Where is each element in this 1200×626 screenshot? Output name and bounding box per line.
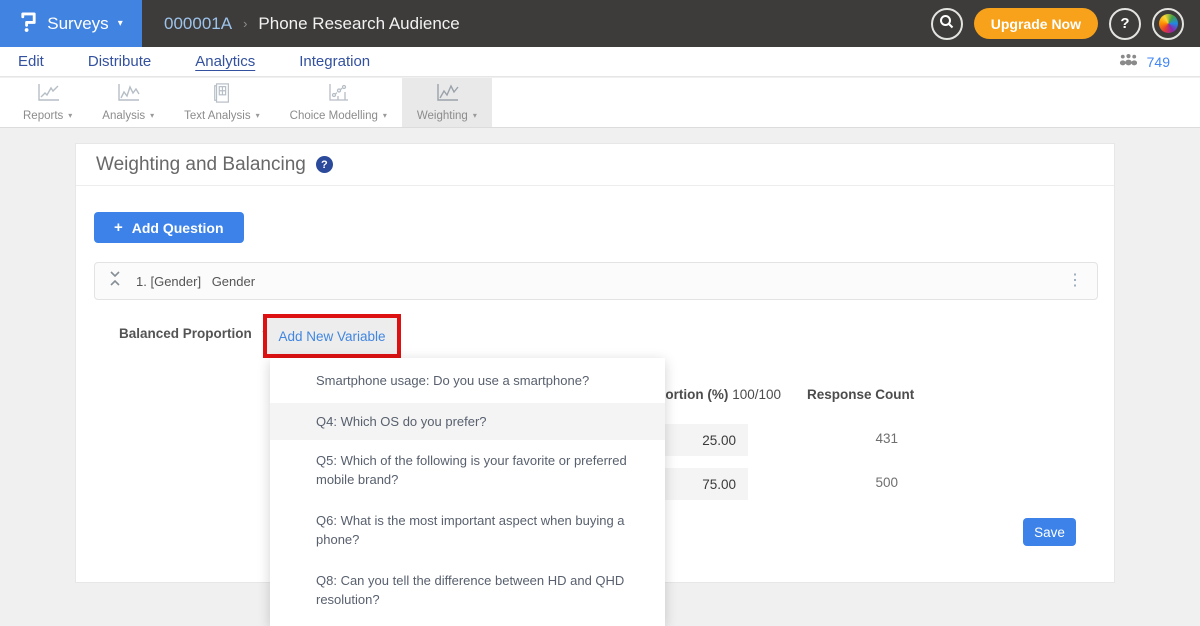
survey-nav: Edit Distribute Analytics Integration 74… [0, 47, 1200, 77]
menu-item-q4[interactable]: Q4: Which OS do you prefer? [270, 403, 665, 440]
chevron-down-icon: ▾ [383, 111, 387, 120]
toolbar-item-weighting[interactable]: Weighting ▾ [402, 78, 492, 127]
breadcrumb-survey-title: Phone Research Audience [258, 14, 459, 34]
tab-edit[interactable]: Edit [18, 53, 44, 70]
breadcrumb-survey-id[interactable]: 000001A [164, 14, 232, 34]
search-button[interactable] [931, 8, 963, 40]
menu-item-q6[interactable]: Q6: What is the most important aspect wh… [270, 500, 665, 560]
menu-item-q5[interactable]: Q5: Which of the following is your favor… [270, 440, 665, 500]
add-question-label: Add Question [132, 220, 224, 236]
toolbar-item-label: Choice Modelling [290, 110, 378, 122]
chevron-down-icon: ▾ [256, 111, 260, 120]
upgrade-now-button[interactable]: Upgrade Now [974, 8, 1098, 39]
response-counter[interactable]: 749 [1118, 53, 1170, 71]
response-count-value[interactable]: 749 [1147, 54, 1170, 70]
toolbar-item-reports[interactable]: Reports ▾ [8, 78, 87, 127]
proportion-total-value: 100/100 [732, 387, 781, 402]
question-code: [Gender] [150, 274, 201, 289]
save-button[interactable]: Save [1023, 518, 1076, 546]
audience-icon [1118, 53, 1139, 71]
question-section-header[interactable]: 1. [Gender] Gender ⋮ [94, 262, 1098, 300]
page-title: Weighting and Balancing [96, 154, 306, 176]
menu-item-smartphone-usage[interactable]: Smartphone usage: Do you use a smartphon… [270, 358, 665, 403]
product-menu[interactable]: Surveys ▾ [0, 0, 142, 47]
tab-distribute[interactable]: Distribute [88, 53, 151, 70]
response-count-row2: 500 [798, 475, 898, 490]
question-mark-icon: ? [1120, 15, 1129, 32]
question-name: Gender [212, 274, 255, 289]
line-chart-icon [115, 83, 141, 108]
toolbar-item-label: Reports [23, 110, 63, 122]
red-annotation-box: Add New Variable [263, 314, 401, 358]
chevron-down-icon: ▾ [118, 18, 123, 29]
toolbar-item-label: Weighting [417, 110, 468, 122]
toolbar-item-label: Text Analysis [184, 110, 250, 122]
toolbar-item-label: Analysis [102, 110, 145, 122]
response-count-row1: 431 [798, 431, 898, 446]
main-area: Weighting and Balancing ? + Add Question… [0, 128, 1200, 603]
line-chart-icon [434, 83, 460, 108]
question-index: 1. [136, 274, 147, 289]
plus-icon: + [114, 219, 123, 236]
toolbar-item-text-analysis[interactable]: Text Analysis ▾ [169, 78, 275, 127]
add-new-variable-button[interactable]: Add New Variable [267, 318, 397, 354]
product-menu-label: Surveys [47, 14, 108, 34]
breadcrumb-separator-icon: › [243, 16, 247, 31]
tab-integration[interactable]: Integration [299, 53, 370, 70]
proportion-mode-dropdown[interactable]: Balanced Proportion ▾ [119, 326, 267, 341]
scatter-chart-icon [325, 83, 351, 108]
line-chart-icon [35, 83, 61, 108]
menu-item-q8[interactable]: Q8: Can you tell the difference between … [270, 560, 665, 620]
collapse-icon [109, 270, 121, 292]
question-section-label: 1. [Gender] Gender [136, 274, 255, 289]
top-header: Surveys ▾ 000001A › Phone Research Audie… [0, 0, 1200, 47]
community-button[interactable] [1152, 8, 1184, 40]
variable-dropdown-menu: Smartphone usage: Do you use a smartphon… [270, 358, 665, 626]
add-question-button[interactable]: + Add Question [94, 212, 244, 243]
toolbar-item-choice-modelling[interactable]: Choice Modelling ▾ [275, 78, 402, 127]
chevron-down-icon: ▾ [150, 111, 154, 120]
rainbow-logo-icon [1159, 14, 1178, 33]
search-icon [939, 14, 954, 33]
help-button[interactable]: ? [1109, 8, 1141, 40]
card-title-bar: Weighting and Balancing ? [76, 144, 1114, 186]
analytics-toolbar: Reports ▾ Analysis ▾ Text Analysis ▾ [0, 78, 1200, 128]
chevron-down-icon: ▾ [473, 111, 477, 120]
breadcrumb: 000001A › Phone Research Audience [164, 14, 460, 34]
chevron-down-icon: ▾ [68, 111, 72, 120]
proportion-mode-label: Balanced Proportion [119, 326, 252, 341]
header-actions: Upgrade Now ? [931, 8, 1184, 40]
questionpro-logo-icon [19, 9, 38, 39]
kebab-menu-icon[interactable]: ⋮ [1067, 273, 1083, 289]
response-count-column-header: Response Count [807, 387, 914, 402]
page-help-icon[interactable]: ? [316, 156, 333, 173]
toolbar-item-analysis[interactable]: Analysis ▾ [87, 78, 169, 127]
tab-analytics[interactable]: Analytics [195, 53, 255, 70]
document-grid-icon [211, 83, 233, 108]
